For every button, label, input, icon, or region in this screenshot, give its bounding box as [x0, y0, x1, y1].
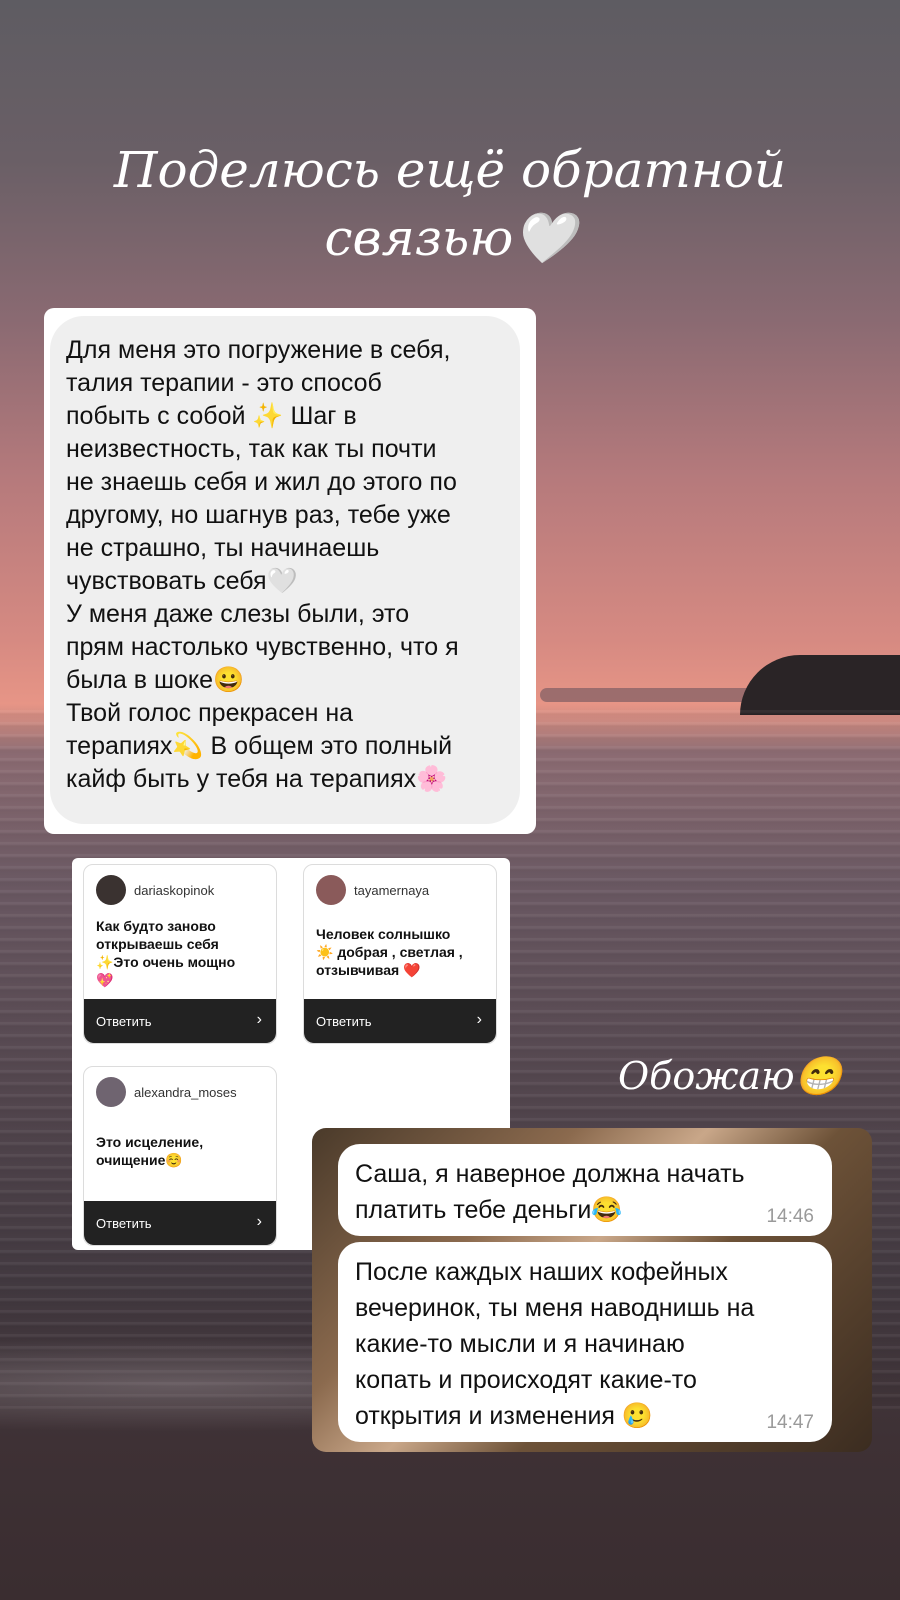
- question-card: dariaskopinok Как будто заново открываеш…: [83, 864, 277, 1044]
- chat-message: После каждых наших кофейных вечеринок, т…: [338, 1242, 832, 1442]
- chat-message: Саша, я наверное должна начать платить т…: [338, 1144, 832, 1236]
- question-text: Это исцеление, очищение☺️: [96, 1134, 204, 1168]
- reply-label: Ответить: [96, 1014, 152, 1029]
- chevron-right-icon: ›: [476, 1011, 482, 1028]
- question-username: alexandra_moses: [134, 1085, 237, 1100]
- question-card: tayamernaya Человек солнышко ☀️ добрая ,…: [303, 864, 497, 1044]
- question-text: Как будто заново открываешь себя ✨Это оч…: [96, 918, 236, 988]
- reply-button[interactable]: Ответить ›: [304, 999, 496, 1043]
- caption-text: Обожаю😁: [618, 1054, 842, 1098]
- chat-message-text: Саша, я наверное должна начать платить т…: [355, 1160, 745, 1224]
- question-username: dariaskopinok: [134, 883, 215, 898]
- message-time: 14:47: [766, 1412, 814, 1433]
- chat-message-text: После каждых наших кофейных вечеринок, т…: [355, 1258, 755, 1430]
- feedback-message-bubble: Для меня это погружение в себя, талия те…: [50, 316, 520, 824]
- chevron-right-icon: ›: [256, 1213, 262, 1230]
- feedback-message-text: Для меня это погружение в себя, талия те…: [66, 336, 459, 793]
- question-card: alexandra_moses Это исцеление, очищение☺…: [83, 1066, 277, 1246]
- avatar: [96, 875, 126, 905]
- story-headline: Поделюсь ещё обратной связью🤍: [113, 141, 787, 267]
- reply-label: Ответить: [316, 1014, 372, 1029]
- reply-button[interactable]: Ответить ›: [84, 999, 276, 1043]
- avatar: [96, 1077, 126, 1107]
- avatar: [316, 875, 346, 905]
- reply-label: Ответить: [96, 1216, 152, 1231]
- question-text: Человек солнышко ☀️ добрая , светлая , о…: [316, 926, 463, 978]
- reply-button[interactable]: Ответить ›: [84, 1201, 276, 1245]
- message-time: 14:46: [766, 1206, 814, 1227]
- chevron-right-icon: ›: [256, 1011, 262, 1028]
- chat-screenshot: Саша, я наверное должна начать платить т…: [312, 1128, 872, 1452]
- question-username: tayamernaya: [354, 883, 430, 898]
